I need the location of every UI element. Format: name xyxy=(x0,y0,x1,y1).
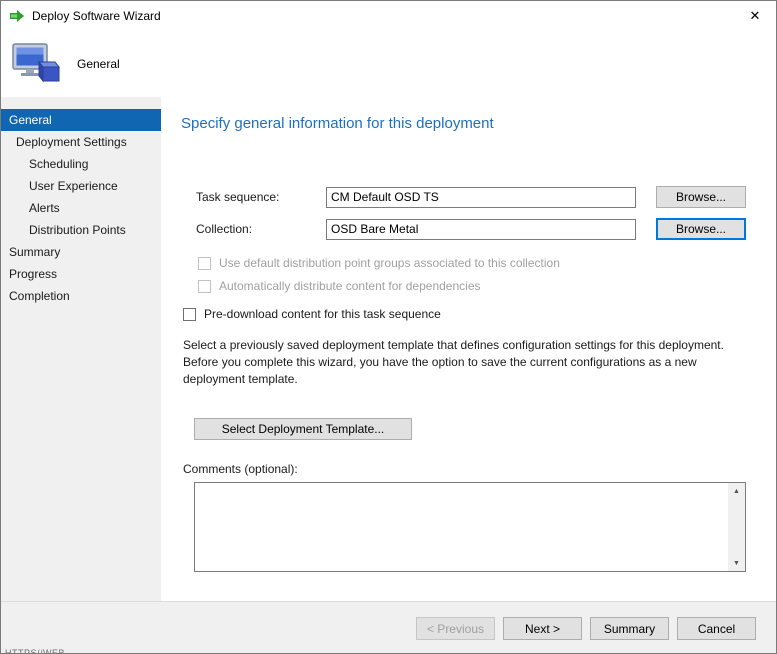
close-button[interactable]: ✕ xyxy=(734,1,776,31)
summary-button[interactable]: Summary xyxy=(590,617,669,640)
titlebar: Deploy Software Wizard ✕ xyxy=(1,1,776,31)
sidebar-item-deployment-settings[interactable]: Deployment Settings xyxy=(1,131,161,153)
wizard-footer: < Previous Next > Summary Cancel xyxy=(1,601,776,653)
sidebar-item-user-experience[interactable]: User Experience xyxy=(1,175,161,197)
select-deployment-template-button[interactable]: Select Deployment Template... xyxy=(194,418,412,441)
sidebar-item-distribution-points[interactable]: Distribution Points xyxy=(1,219,161,241)
task-sequence-input[interactable] xyxy=(326,186,636,208)
comments-label: Comments (optional): xyxy=(183,462,298,477)
template-help-text: Select a previously saved deployment tem… xyxy=(183,338,724,387)
auto-distribute-dependencies-label: Automatically distribute content for dep… xyxy=(219,279,481,293)
cancel-button[interactable]: Cancel xyxy=(677,617,756,640)
sidebar-item-summary[interactable]: Summary xyxy=(1,241,161,263)
collection-row: Collection: Browse... xyxy=(196,218,746,240)
form-area: Task sequence: Browse... Collection: Bro… xyxy=(181,186,746,240)
deploy-wizard-icon xyxy=(10,10,24,22)
page-title: Specify general information for this dep… xyxy=(181,115,494,132)
scroll-down-icon: ▼ xyxy=(733,559,740,567)
window-title: Deploy Software Wizard xyxy=(32,9,161,23)
collection-input[interactable] xyxy=(326,218,636,240)
previous-button: < Previous xyxy=(415,617,495,640)
predownload-content-label: Pre-download content for this task seque… xyxy=(204,307,441,321)
sidebar-item-scheduling[interactable]: Scheduling xyxy=(1,153,161,175)
wizard-steps-sidebar: General Deployment Settings Scheduling U… xyxy=(1,97,161,601)
sidebar-item-progress[interactable]: Progress xyxy=(1,263,161,285)
deploy-software-wizard-window: Deploy Software Wizard ✕ General General… xyxy=(0,0,777,654)
next-button[interactable]: Next > xyxy=(503,617,582,640)
scroll-up-button[interactable]: ▲ xyxy=(728,483,745,499)
collection-browse-button[interactable]: Browse... xyxy=(656,218,746,240)
comments-box: ▲ ▼ xyxy=(194,482,746,573)
close-icon: ✕ xyxy=(749,8,761,23)
scroll-up-icon: ▲ xyxy=(733,487,740,495)
wizard-header: General xyxy=(1,31,776,97)
checkbox-group: Use default distribution point groups as… xyxy=(181,256,746,321)
software-deployment-icon xyxy=(12,43,61,83)
current-page-label: General xyxy=(77,57,120,71)
use-default-dp-groups-label: Use default distribution point groups as… xyxy=(219,256,560,270)
task-sequence-label: Task sequence: xyxy=(196,190,280,204)
wizard-body: General Deployment Settings Scheduling U… xyxy=(1,97,776,601)
sidebar-item-general[interactable]: General xyxy=(1,109,161,131)
comments-input[interactable] xyxy=(195,483,728,572)
predownload-content-checkbox-row: Pre-download content for this task seque… xyxy=(181,307,746,321)
task-sequence-row: Task sequence: Browse... xyxy=(196,186,746,208)
sidebar-item-alerts[interactable]: Alerts xyxy=(1,197,161,219)
sidebar-item-completion[interactable]: Completion xyxy=(1,285,161,307)
scroll-down-button[interactable]: ▼ xyxy=(728,555,745,571)
use-default-dp-groups-checkbox xyxy=(198,256,211,270)
auto-distribute-dependencies-checkbox xyxy=(198,279,211,293)
comments-scrollbar[interactable]: ▲ ▼ xyxy=(728,483,745,572)
task-sequence-browse-button[interactable]: Browse... xyxy=(656,186,746,208)
auto-distribute-dependencies-checkbox-row: Automatically distribute content for dep… xyxy=(181,279,746,293)
predownload-content-checkbox[interactable] xyxy=(183,307,196,321)
use-default-dp-groups-checkbox-row: Use default distribution point groups as… xyxy=(181,256,746,270)
collection-label: Collection: xyxy=(196,222,253,236)
wizard-content: Specify general information for this dep… xyxy=(161,97,776,601)
